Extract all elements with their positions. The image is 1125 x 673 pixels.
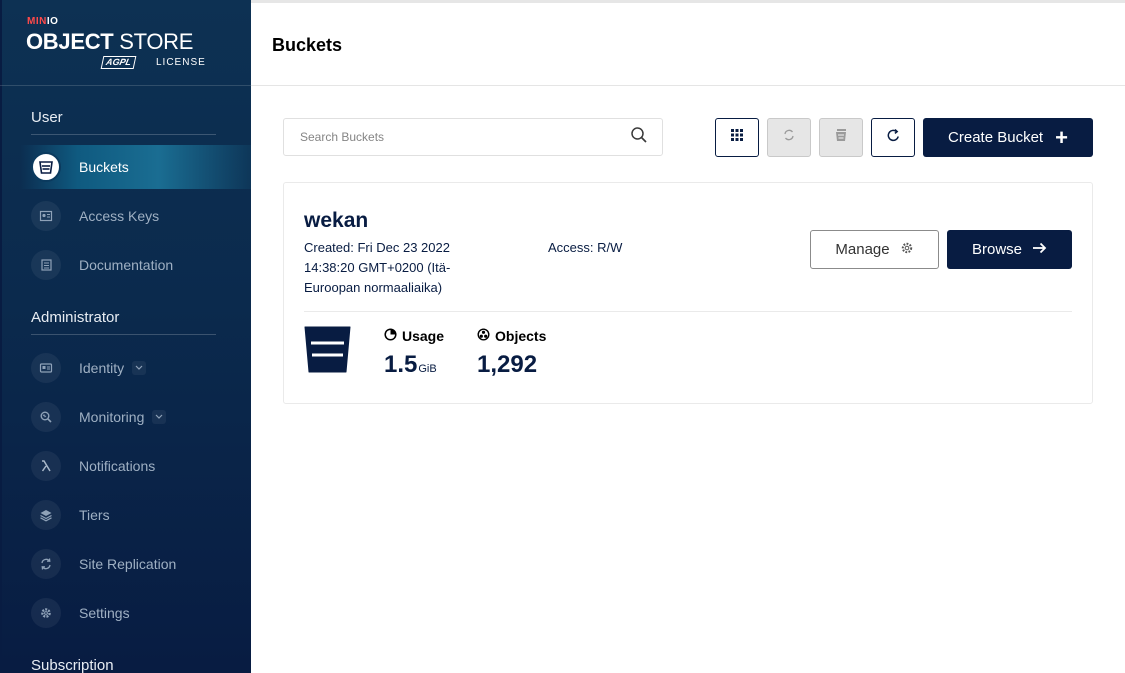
sidebar-item-label: Buckets bbox=[79, 159, 129, 175]
sidebar-item-label: Settings bbox=[79, 605, 130, 621]
key-card-icon bbox=[31, 201, 61, 231]
bucket-card[interactable]: wekan Created: Fri Dec 23 2022 14:38:20 … bbox=[283, 182, 1093, 404]
objects-stat: Objects 1,292 bbox=[477, 328, 546, 379]
objects-value: 1,292 bbox=[477, 351, 538, 378]
browse-label: Browse bbox=[971, 241, 1023, 258]
section-administrator: Administrator bbox=[31, 309, 120, 326]
create-bucket-button[interactable]: Create Bucket + bbox=[923, 118, 1093, 157]
grid-icon bbox=[730, 128, 744, 147]
sidebar-item-label: Site Replication bbox=[79, 556, 177, 572]
usage-value-row: 1.5GiB bbox=[384, 351, 444, 379]
objects-icon bbox=[477, 328, 495, 344]
bucket-created: Created: Fri Dec 23 2022 14:38:20 GMT+02… bbox=[304, 240, 451, 295]
gear-icon bbox=[31, 598, 61, 628]
sidebar-item-identity[interactable]: Identity bbox=[0, 346, 251, 390]
search-icon[interactable] bbox=[630, 126, 648, 149]
sidebar-item-monitoring[interactable]: Monitoring bbox=[0, 395, 251, 439]
replication-icon bbox=[31, 549, 61, 579]
section-divider bbox=[31, 134, 216, 135]
usage-unit: GiB bbox=[418, 363, 437, 375]
set-lifecycle-button[interactable] bbox=[819, 118, 863, 157]
agpl-badge: AGPL bbox=[100, 56, 137, 69]
bucket-stack-icon bbox=[833, 127, 849, 148]
bucket-name[interactable]: wekan bbox=[304, 209, 368, 233]
browse-button[interactable]: Browse bbox=[947, 230, 1072, 269]
sidebar-item-buckets[interactable]: Buckets bbox=[20, 145, 251, 189]
bucket-icon bbox=[304, 326, 351, 378]
usage-stat: Usage 1.5GiB bbox=[384, 328, 444, 379]
chevron-down-icon[interactable] bbox=[152, 410, 167, 424]
arrow-right-icon bbox=[1022, 241, 1047, 258]
document-icon bbox=[31, 250, 61, 280]
search-box[interactable] bbox=[283, 118, 663, 156]
chevron-down-icon[interactable] bbox=[132, 361, 147, 375]
manage-label: Manage bbox=[835, 241, 890, 258]
magnifier-icon bbox=[31, 402, 61, 432]
create-bucket-label: Create Bucket bbox=[948, 129, 1044, 146]
logo-product: OBJECT STORE bbox=[26, 29, 194, 54]
minio-logo[interactable]: MINIO OBJECT STORE AGPL LICENSE bbox=[26, 14, 226, 74]
replication-button[interactable] bbox=[767, 118, 811, 157]
sidebar-item-documentation[interactable]: Documentation bbox=[0, 243, 251, 287]
page-title: Buckets bbox=[272, 35, 343, 55]
objects-label-row: Objects bbox=[477, 328, 546, 344]
sidebar-item-label: Identity bbox=[79, 360, 125, 376]
logo-brand: MINIO bbox=[27, 16, 59, 27]
objects-label: Objects bbox=[495, 328, 547, 344]
search-input[interactable] bbox=[300, 130, 630, 144]
sidebar-item-settings[interactable]: Settings bbox=[0, 591, 251, 635]
sidebar-item-label: Tiers bbox=[79, 507, 110, 523]
sidebar-item-tiers[interactable]: Tiers bbox=[0, 493, 251, 537]
card-divider bbox=[304, 311, 1072, 312]
usage-label: Usage bbox=[402, 328, 445, 344]
sidebar-item-label: Monitoring bbox=[79, 409, 145, 425]
refresh-icon bbox=[886, 128, 901, 148]
sidebar-item-label: Access Keys bbox=[79, 208, 160, 224]
refresh-button[interactable] bbox=[871, 118, 915, 157]
list-view-button[interactable] bbox=[715, 118, 759, 157]
replication-icon bbox=[782, 128, 796, 147]
pie-chart-icon bbox=[384, 328, 402, 344]
usage-value: 1.5 bbox=[384, 351, 418, 378]
bucket-icon bbox=[31, 152, 61, 182]
lambda-icon bbox=[31, 451, 61, 481]
sidebar-item-label: Documentation bbox=[79, 257, 174, 273]
layers-icon bbox=[31, 500, 61, 530]
sidebar-item-label: Notifications bbox=[79, 458, 156, 474]
id-card-icon bbox=[31, 353, 61, 383]
section-divider bbox=[31, 334, 216, 335]
page-header: Buckets bbox=[251, 3, 1125, 86]
sidebar-item-notifications[interactable]: Notifications bbox=[0, 444, 251, 488]
sidebar: MINIO OBJECT STORE AGPL LICENSE User Buc… bbox=[0, 0, 251, 673]
usage-label-row: Usage bbox=[384, 328, 444, 344]
logo-license: LICENSE bbox=[156, 57, 206, 68]
section-subscription: Subscription bbox=[31, 657, 114, 673]
section-user: User bbox=[31, 109, 63, 126]
sidebar-item-access-keys[interactable]: Access Keys bbox=[0, 194, 251, 238]
bucket-access: Access: R/W bbox=[548, 240, 623, 255]
plus-icon: + bbox=[1055, 124, 1068, 150]
logo-divider bbox=[0, 85, 251, 86]
manage-button[interactable]: Manage bbox=[810, 230, 939, 269]
gear-icon bbox=[890, 241, 914, 259]
sidebar-item-site-replication[interactable]: Site Replication bbox=[0, 542, 251, 586]
